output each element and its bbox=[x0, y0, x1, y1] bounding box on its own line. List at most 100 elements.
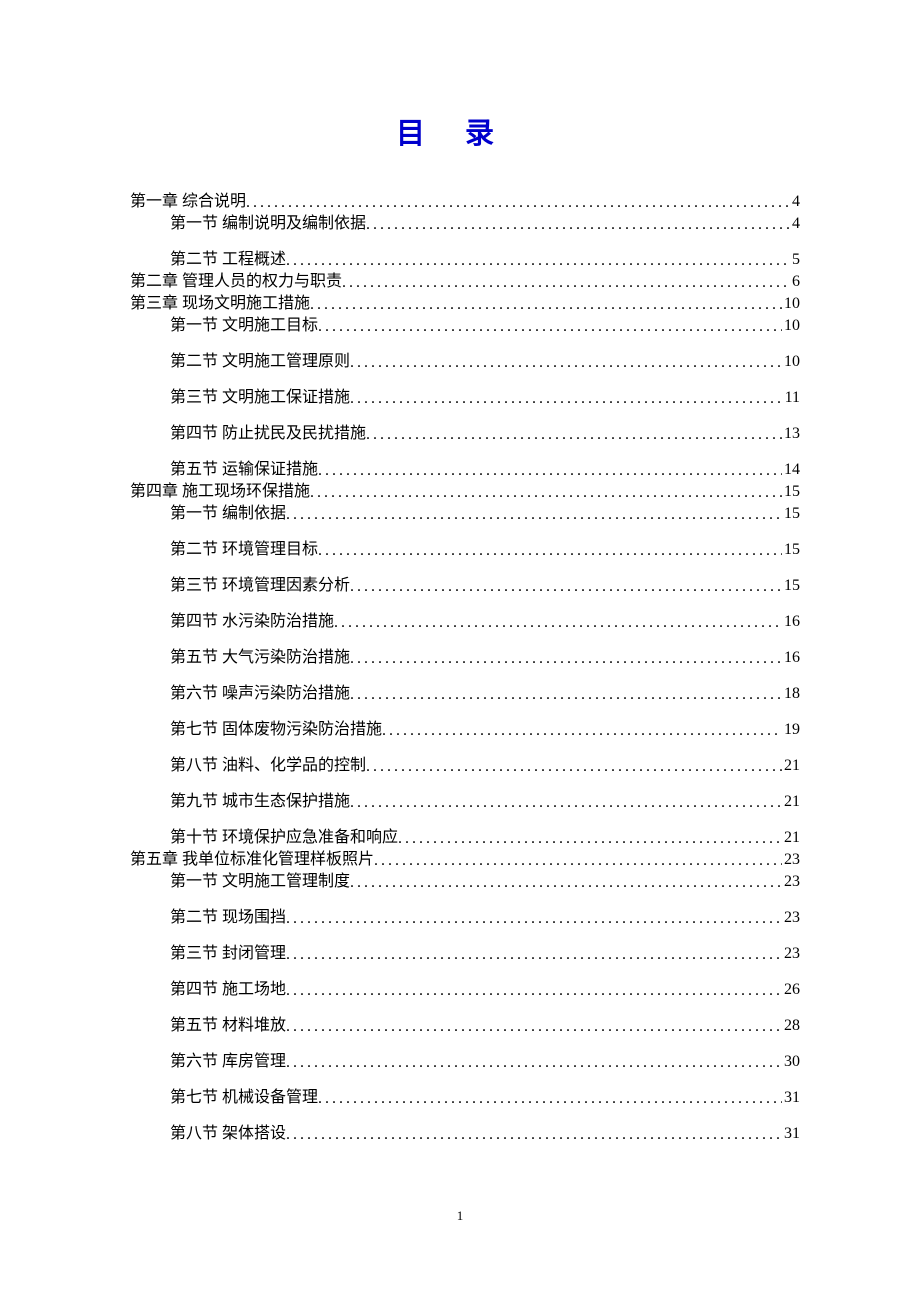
toc-entry-page: 23 bbox=[782, 910, 800, 926]
toc-entry: 第七节 机械设备管理31 bbox=[170, 1090, 800, 1106]
toc-entry-page: 13 bbox=[782, 426, 800, 442]
toc-entry-page: 4 bbox=[790, 194, 800, 210]
toc-dots bbox=[286, 911, 782, 927]
toc-dots bbox=[334, 615, 782, 631]
toc-dots bbox=[366, 427, 782, 443]
toc-entry: 第六节 库房管理30 bbox=[170, 1054, 800, 1070]
toc-entry-label: 第五节 材料堆放 bbox=[170, 1018, 286, 1034]
toc-dots bbox=[350, 355, 782, 371]
toc-entry: 第三章 现场文明施工措施 10 bbox=[130, 296, 800, 312]
toc-entry: 第三节 封闭管理 23 bbox=[170, 946, 800, 962]
toc-entry: 第五节 大气污染防治措施 16 bbox=[170, 650, 800, 666]
toc-dots bbox=[286, 253, 790, 269]
toc-dots bbox=[398, 831, 782, 847]
page-number: 1 bbox=[0, 1208, 920, 1224]
toc-entry-label: 第三章 现场文明施工措施 bbox=[130, 296, 310, 312]
toc-entry-label: 第四节 施工场地 bbox=[170, 982, 286, 998]
toc-dots bbox=[318, 543, 782, 559]
toc-entry: 第五节 材料堆放 28 bbox=[170, 1018, 800, 1034]
toc-dots bbox=[246, 195, 790, 211]
toc-dots bbox=[350, 875, 782, 891]
toc-dots bbox=[366, 217, 790, 233]
toc-dots bbox=[286, 983, 782, 999]
toc-entry-label: 第九节 城市生态保护措施 bbox=[170, 794, 350, 810]
toc-dots bbox=[286, 1019, 782, 1035]
toc-entry-page: 4 bbox=[790, 216, 800, 232]
toc-entry: 第九节 城市生态保护措施 21 bbox=[170, 794, 800, 810]
toc-dots bbox=[318, 319, 782, 335]
toc-entry: 第二节 现场围挡 23 bbox=[170, 910, 800, 926]
toc-entry: 第五章 我单位标准化管理样板照片 23 bbox=[130, 852, 800, 868]
toc-entry-page: 15 bbox=[782, 506, 800, 522]
toc-entry-label: 第四节 防止扰民及民扰措施 bbox=[170, 426, 366, 442]
toc-entry-label: 第八节 架体搭设 bbox=[170, 1126, 286, 1142]
toc-entry-page: 23 bbox=[782, 852, 800, 868]
toc-entry: 第二节 文明施工管理原则10 bbox=[170, 354, 800, 370]
toc-entry-label: 第三节 文明施工保证措施 bbox=[170, 390, 350, 406]
toc-entry-page: 21 bbox=[782, 758, 800, 774]
toc-entry-page: 15 bbox=[782, 484, 800, 500]
toc-entry-page: 10 bbox=[782, 296, 800, 312]
toc-entry-label: 第八节 油料、化学品的控制 bbox=[170, 758, 366, 774]
toc-entry-label: 第一节 编制依据 bbox=[170, 506, 286, 522]
toc-list: 第一章 综合说明4第一节 编制说明及编制依据4第二节 工程概述5第二章 管理人员… bbox=[130, 194, 800, 1142]
toc-dots bbox=[286, 947, 782, 963]
toc-entry-label: 第三节 封闭管理 bbox=[170, 946, 286, 962]
toc-dots bbox=[382, 723, 782, 739]
toc-dots bbox=[286, 1127, 782, 1143]
toc-dots bbox=[318, 1091, 782, 1107]
toc-entry-label: 第六节 噪声污染防治措施 bbox=[170, 686, 350, 702]
toc-entry: 第十节 环境保护应急准备和响应 21 bbox=[170, 830, 800, 846]
toc-entry: 第八节 油料、化学品的控制 21 bbox=[170, 758, 800, 774]
toc-dots bbox=[310, 297, 782, 313]
toc-entry-label: 第二节 现场围挡 bbox=[170, 910, 286, 926]
toc-dots bbox=[342, 275, 790, 291]
toc-entry-page: 23 bbox=[782, 874, 800, 890]
toc-entry-label: 第三节 环境管理因素分析 bbox=[170, 578, 350, 594]
toc-entry-page: 31 bbox=[782, 1126, 800, 1142]
toc-entry: 第二章 管理人员的权力与职责 6 bbox=[130, 274, 800, 290]
toc-entry: 第三节 环境管理因素分析15 bbox=[170, 578, 800, 594]
toc-dots bbox=[350, 687, 782, 703]
toc-entry-label: 第一章 综合说明 bbox=[130, 194, 246, 210]
toc-entry-label: 第十节 环境保护应急准备和响应 bbox=[170, 830, 398, 846]
toc-dots bbox=[286, 1055, 782, 1071]
toc-entry-label: 第七节 固体废物污染防治措施 bbox=[170, 722, 382, 738]
toc-dots bbox=[366, 759, 782, 775]
toc-dots bbox=[286, 507, 782, 523]
toc-entry-page: 28 bbox=[782, 1018, 800, 1034]
toc-entry-label: 第二章 管理人员的权力与职责 bbox=[130, 274, 342, 290]
toc-entry-page: 16 bbox=[782, 650, 800, 666]
toc-entry-label: 第五节 运输保证措施 bbox=[170, 462, 318, 478]
toc-entry-label: 第一节 编制说明及编制依据 bbox=[170, 216, 366, 232]
toc-entry-label: 第二节 环境管理目标 bbox=[170, 542, 318, 558]
toc-dots bbox=[374, 853, 782, 869]
toc-entry: 第一节 编制依据 15 bbox=[170, 506, 800, 522]
toc-entry: 第一节 文明施工目标10 bbox=[170, 318, 800, 334]
toc-entry-page: 23 bbox=[782, 946, 800, 962]
toc-entry-page: 19 bbox=[782, 722, 800, 738]
toc-dots bbox=[318, 463, 782, 479]
toc-entry-label: 第五节 大气污染防治措施 bbox=[170, 650, 350, 666]
toc-entry-label: 第五章 我单位标准化管理样板照片 bbox=[130, 852, 374, 868]
toc-entry-page: 16 bbox=[782, 614, 800, 630]
toc-entry-label: 第二节 文明施工管理原则 bbox=[170, 354, 350, 370]
toc-entry-label: 第一节 文明施工管理制度 bbox=[170, 874, 350, 890]
toc-entry-page: 26 bbox=[782, 982, 800, 998]
toc-entry-page: 14 bbox=[782, 462, 800, 478]
toc-entry-page: 30 bbox=[782, 1054, 800, 1070]
toc-entry: 第一节 文明施工管理制度 23 bbox=[170, 874, 800, 890]
toc-entry: 第四节 水污染防治措施16 bbox=[170, 614, 800, 630]
toc-entry-page: 21 bbox=[782, 830, 800, 846]
toc-entry-label: 第二节 工程概述 bbox=[170, 252, 286, 268]
toc-entry: 第四节 防止扰民及民扰措施 13 bbox=[170, 426, 800, 442]
toc-entry-page: 6 bbox=[790, 274, 800, 290]
toc-entry: 第七节 固体废物污染防治措施 19 bbox=[170, 722, 800, 738]
toc-dots bbox=[350, 579, 782, 595]
toc-entry: 第四章 施工现场环保措施15 bbox=[130, 484, 800, 500]
toc-dots bbox=[350, 795, 782, 811]
toc-entry-page: 21 bbox=[782, 794, 800, 810]
toc-entry-label: 第七节 机械设备管理 bbox=[170, 1090, 318, 1106]
toc-entry: 第四节 施工场地 26 bbox=[170, 982, 800, 998]
toc-entry-page: 11 bbox=[783, 390, 800, 406]
